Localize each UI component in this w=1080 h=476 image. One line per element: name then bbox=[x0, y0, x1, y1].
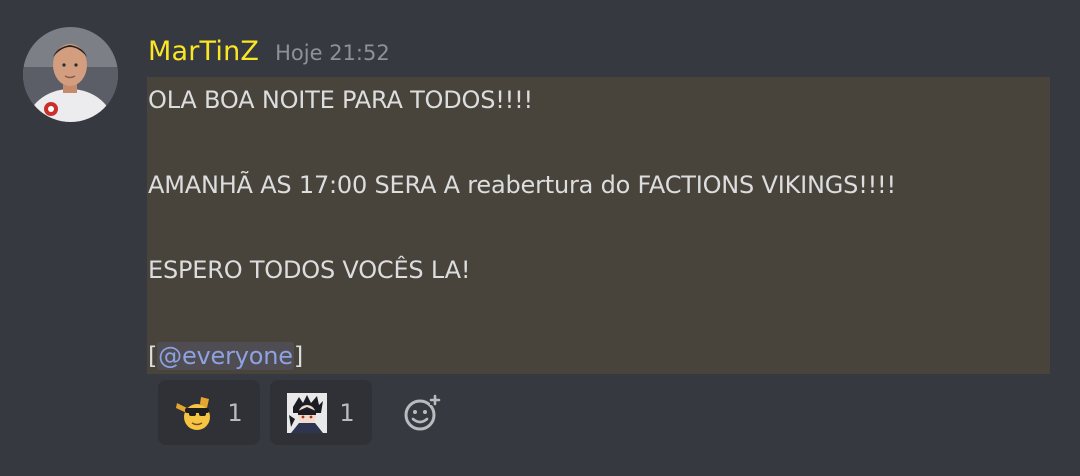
message-header: MarTinZ Hoje 21:52 bbox=[148, 30, 390, 74]
timestamp: Hoje 21:52 bbox=[275, 41, 390, 65]
reactions-bar: 1 1 bbox=[158, 380, 442, 445]
anime-character-emoji bbox=[287, 392, 328, 433]
everyone-mention[interactable]: @everyone bbox=[157, 342, 294, 370]
reaction-anime-character[interactable]: 1 bbox=[270, 380, 372, 445]
chat-message: MarTinZ Hoje 21:52 OLA BOA NOITE PARA TO… bbox=[0, 0, 1080, 476]
add-reaction-icon[interactable] bbox=[402, 393, 442, 433]
bracket-close: ] bbox=[293, 342, 304, 370]
mention-highlight bbox=[147, 77, 1050, 374]
bracket-open: [ bbox=[148, 342, 158, 370]
message-line: OLA BOA NOITE PARA TODOS!!!! bbox=[148, 86, 533, 114]
reaction-count: 1 bbox=[227, 398, 243, 427]
mention-line: [@everyone] bbox=[148, 341, 303, 371]
cool-dab-emoji bbox=[176, 396, 211, 430]
message-line: ESPERO TODOS VOCÊS LA! bbox=[148, 256, 471, 284]
message-line: AMANHÃ AS 17:00 SERA A reabertura do FAC… bbox=[148, 171, 896, 199]
user-avatar[interactable] bbox=[23, 27, 118, 122]
reaction-count: 1 bbox=[339, 398, 355, 427]
reaction-cool-dab[interactable]: 1 bbox=[158, 380, 260, 445]
username[interactable]: MarTinZ bbox=[148, 30, 259, 74]
